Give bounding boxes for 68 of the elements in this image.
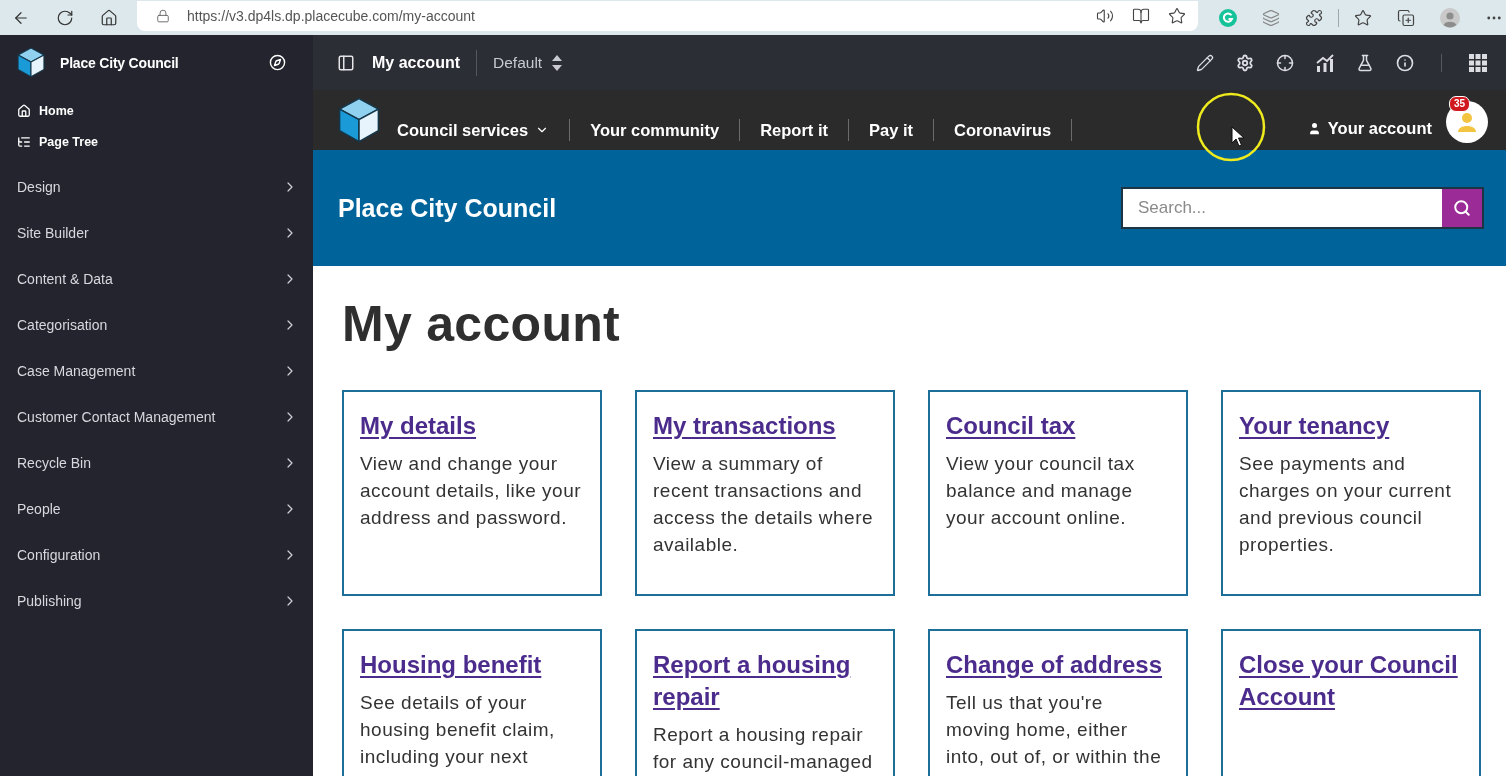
panel-toggle-icon[interactable]	[337, 53, 355, 72]
card-description: View a summary of recent transactions and access the details where available.	[653, 452, 875, 557]
page-heading: My account	[342, 295, 621, 354]
nav-link[interactable]: Report it	[740, 119, 849, 141]
address-field[interactable]: https://v3.dp4ls.dp.placecube.com/my-account	[137, 1, 1198, 31]
card-description: View and change your account details, like your address and password.	[360, 452, 583, 530]
sidebar-item[interactable]: Customer Contact Management	[0, 394, 313, 440]
pencil-icon[interactable]	[1196, 53, 1214, 72]
avatar-icon[interactable]	[1446, 101, 1488, 143]
copy-plus-icon[interactable]	[1397, 8, 1415, 27]
variant-selector[interactable]: Default	[493, 53, 563, 72]
sidebar-item[interactable]: Categorisation	[0, 302, 313, 348]
card-title-link[interactable]: My details	[360, 410, 477, 442]
settings-icon[interactable]	[1236, 53, 1254, 72]
card-title-link[interactable]: My transactions	[653, 410, 836, 442]
star-icon[interactable]	[1354, 8, 1372, 27]
sidebar-item[interactable]: Design	[0, 164, 313, 210]
book-icon[interactable]	[1132, 7, 1150, 25]
speaker-icon[interactable]	[1096, 7, 1114, 25]
bar-chart-icon[interactable]	[1316, 53, 1334, 72]
site-title: Place City Council	[60, 54, 179, 71]
card-title-link[interactable]: Your tenancy	[1239, 410, 1390, 442]
crosshair-icon[interactable]	[1276, 53, 1294, 72]
card-description: See payments and charges on your current and previous council properties.	[1239, 452, 1453, 557]
url-text: https://v3.dp4ls.dp.placecube.com/my-account	[187, 8, 476, 24]
app-grid-icon[interactable]	[1469, 53, 1487, 72]
card-title-link[interactable]: Close your Council Account	[1239, 649, 1463, 713]
card-title-link[interactable]: Council tax	[946, 410, 1076, 442]
home-icon	[17, 104, 31, 118]
compass-icon[interactable]	[269, 54, 286, 71]
info-icon[interactable]	[1396, 53, 1414, 72]
site-name: Place City Council	[338, 193, 557, 223]
nav-link[interactable]: Council services	[397, 119, 571, 141]
puzzle-icon[interactable]	[1305, 8, 1323, 27]
cursor-highlight-icon	[1196, 92, 1266, 162]
card-description: Report a housing repair for any council-managed	[653, 723, 874, 774]
card-title-link[interactable]: Report a housing repair	[653, 649, 877, 713]
sort-caret-icon	[552, 54, 563, 71]
star-icon[interactable]	[1168, 7, 1186, 25]
tree-icon	[17, 135, 31, 149]
card-description: View your council tax balance and manage your account online.	[946, 452, 1136, 530]
sidebar-item[interactable]: Configuration	[0, 532, 313, 578]
account-link[interactable]: Your account	[1306, 118, 1432, 138]
layers-icon[interactable]	[1262, 8, 1280, 27]
cube-logo-icon	[338, 96, 380, 144]
card-description: Tell us that you're moving home, either into, out of, or within the	[946, 691, 1163, 769]
sidebar-item[interactable]: Recycle Bin	[0, 440, 313, 486]
sidebar-link[interactable]: Page Tree	[0, 127, 99, 157]
nav-link[interactable]: Coronavirus	[934, 119, 1073, 141]
lock-icon	[156, 9, 170, 23]
sidebar-item[interactable]: Publishing	[0, 578, 313, 624]
page-title: My account	[372, 53, 460, 72]
nav-link[interactable]: Your community	[570, 119, 741, 141]
nav-link[interactable]: Pay it	[848, 119, 934, 141]
profile-avatar-icon[interactable]	[1440, 7, 1460, 28]
sidebar-item[interactable]: People	[0, 486, 313, 532]
card-description: See details of your housing benefit claim, including your next	[360, 691, 556, 769]
sidebar-link[interactable]: Home	[0, 96, 74, 126]
flask-icon[interactable]	[1356, 53, 1374, 72]
sidebar-item[interactable]: Site Builder	[0, 210, 313, 256]
refresh-icon[interactable]	[56, 8, 74, 27]
sidebar-item[interactable]: Case Management	[0, 348, 313, 394]
home-icon[interactable]	[100, 8, 118, 27]
sidebar-item[interactable]: Content & Data	[0, 256, 313, 302]
card-title-link[interactable]: Change of address	[946, 649, 1163, 681]
card-title-link[interactable]: Housing benefit	[360, 649, 542, 681]
cube-logo-icon	[17, 47, 45, 78]
notification-badge: 35	[1449, 96, 1471, 112]
